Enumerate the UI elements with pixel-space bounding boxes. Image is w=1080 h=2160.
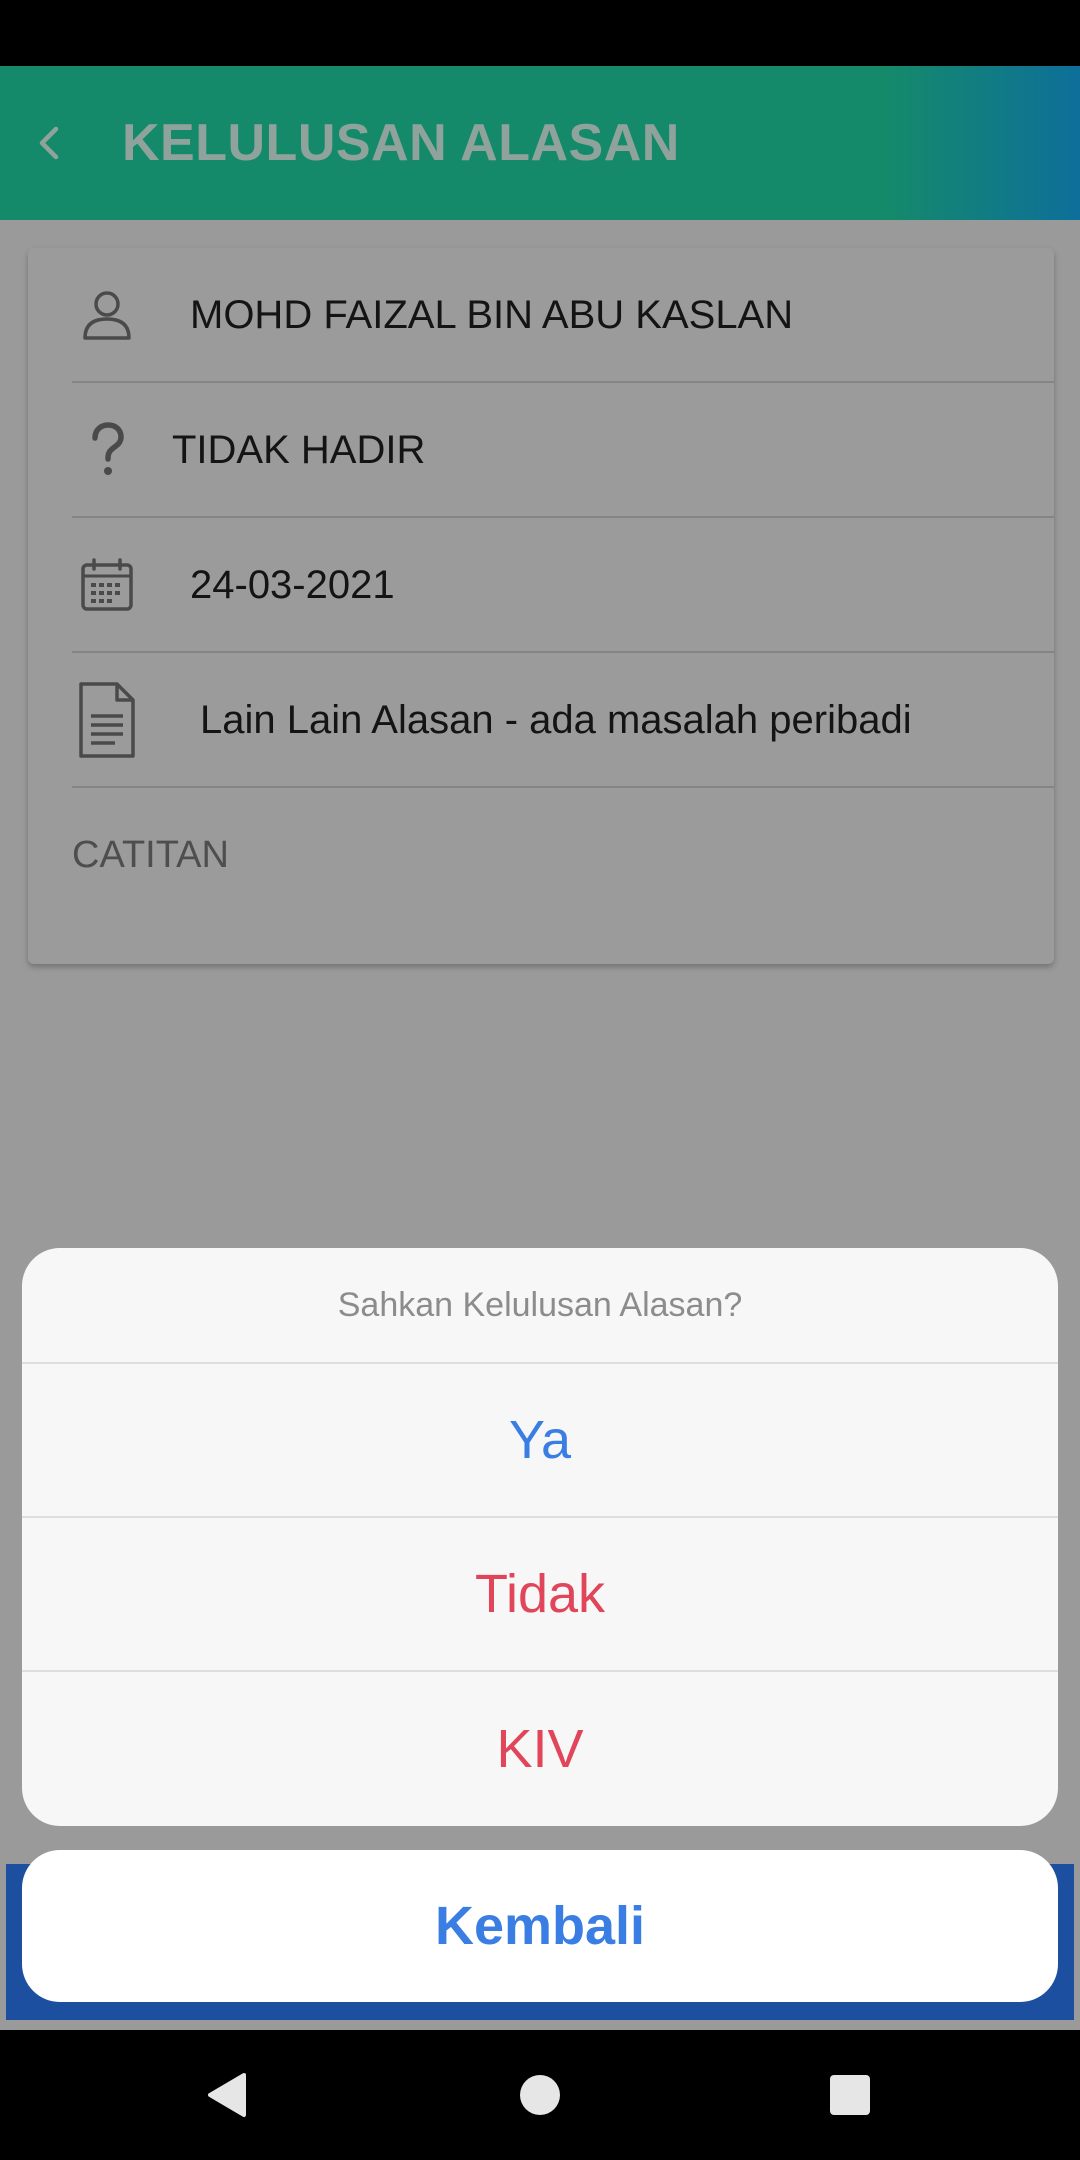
system-nav-bar [0, 2030, 1080, 2160]
reason-row: Lain Lain Alasan - ada masalah peribadi [72, 653, 1054, 788]
kembali-button[interactable]: Kembali [22, 1850, 1058, 2002]
back-triangle-icon [208, 2073, 246, 2117]
notes-field[interactable]: CATITAN [72, 834, 229, 877]
option-tidak-button[interactable]: Tidak [22, 1518, 1058, 1672]
back-button[interactable] [18, 111, 82, 175]
attendance-status: TIDAK HADIR [172, 427, 426, 472]
app-bar: KELULUSAN ALASAN [0, 66, 1080, 220]
recents-square-icon [830, 2075, 870, 2115]
nav-home-button[interactable] [503, 2058, 577, 2132]
status-bar [0, 0, 1080, 66]
detail-card: MOHD FAIZAL BIN ABU KASLAN TIDAK HADIR 2… [28, 248, 1054, 964]
option-kiv-button[interactable]: KIV [22, 1672, 1058, 1826]
action-sheet-prompt: Sahkan Kelulusan Alasan? [22, 1248, 1058, 1364]
absence-reason: Lain Lain Alasan - ada masalah peribadi [200, 697, 912, 742]
page-title: KELULUSAN ALASAN [122, 114, 680, 172]
option-ya-button[interactable]: Ya [22, 1364, 1058, 1518]
date-row: 24-03-2021 [72, 518, 1054, 653]
person-icon [72, 280, 142, 350]
question-icon [72, 415, 142, 485]
document-icon [72, 681, 142, 758]
absence-date: 24-03-2021 [190, 562, 395, 607]
name-row: MOHD FAIZAL BIN ABU KASLAN [72, 248, 1054, 383]
nav-back-button[interactable] [190, 2058, 264, 2132]
action-sheet: Sahkan Kelulusan Alasan? Ya Tidak KIV [22, 1248, 1058, 1826]
nav-recents-button[interactable] [813, 2058, 887, 2132]
student-name: MOHD FAIZAL BIN ABU KASLAN [190, 292, 794, 337]
home-circle-icon [520, 2075, 560, 2115]
chevron-left-icon [39, 126, 59, 160]
status-row: TIDAK HADIR [72, 383, 1054, 518]
calendar-icon [72, 550, 142, 620]
